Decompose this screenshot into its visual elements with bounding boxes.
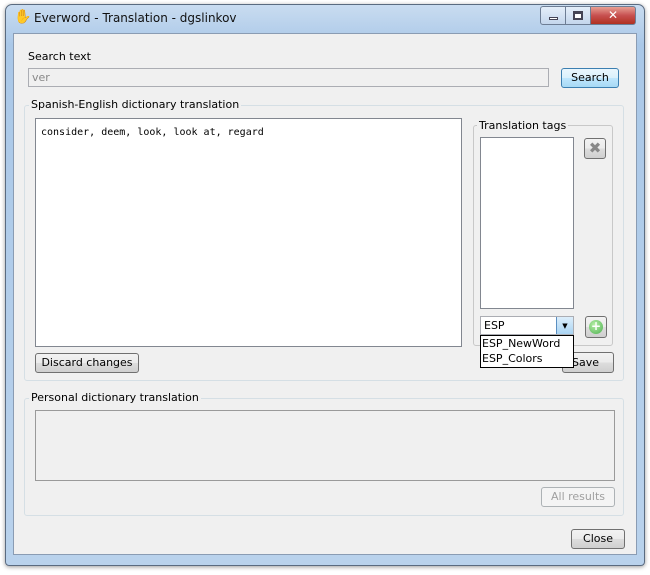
maximize-button[interactable] <box>565 6 591 25</box>
tags-group-label: Translation tags <box>477 119 569 132</box>
search-input[interactable]: ver <box>28 68 549 87</box>
search-button[interactable]: Search <box>561 68 619 88</box>
plus-circle-icon: + <box>589 319 603 334</box>
personal-textarea[interactable] <box>35 410 615 481</box>
dictionary-textarea[interactable]: consider, deem, look, look at, regard <box>35 118 462 347</box>
add-tag-button[interactable]: + <box>585 316 607 338</box>
close-button[interactable]: Close <box>571 529 625 549</box>
tag-dropdown-list: ESP_NewWord ESP_Colors <box>480 335 574 368</box>
dictionary-group-label: Spanish-English dictionary translation <box>29 98 242 111</box>
search-label: Search text <box>28 50 91 63</box>
tag-combobox[interactable]: ESP ▼ <box>480 316 574 335</box>
window-title: Everword - Translation - dgslinkov <box>34 11 237 25</box>
personal-group-label: Personal dictionary translation <box>29 391 201 404</box>
tag-combobox-value: ESP <box>484 319 505 332</box>
app-icon: ✋ <box>14 9 32 25</box>
chevron-down-icon: ▼ <box>562 322 568 330</box>
x-icon: ✖ <box>588 139 602 157</box>
combobox-dropdown-button[interactable]: ▼ <box>556 317 573 334</box>
all-results-button[interactable]: All results <box>541 487 615 507</box>
close-window-button[interactable]: ✕ <box>590 6 636 25</box>
tag-option[interactable]: ESP_Colors <box>482 351 573 366</box>
minimize-button[interactable] <box>540 6 566 25</box>
remove-tag-button[interactable]: ✖ <box>584 138 606 159</box>
tag-option[interactable]: ESP_NewWord <box>482 336 573 351</box>
discard-changes-button[interactable]: Discard changes <box>35 353 139 373</box>
tags-list[interactable] <box>480 137 574 309</box>
